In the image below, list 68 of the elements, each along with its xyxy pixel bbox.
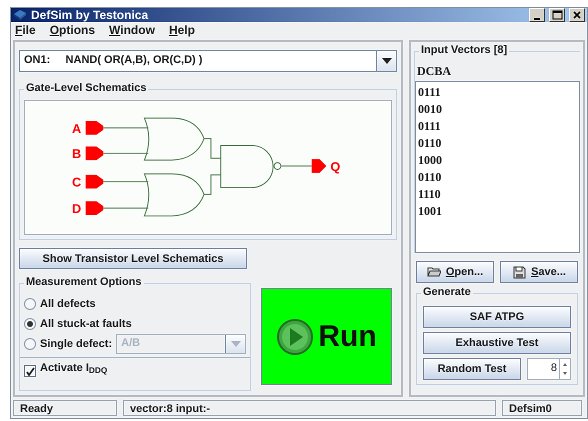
list-item[interactable]: 0111 — [418, 118, 577, 135]
pin-label: B — [72, 146, 82, 162]
panel-title: Input Vectors [8] — [419, 44, 510, 56]
wire — [204, 138, 222, 159]
checkmark-icon — [26, 366, 34, 376]
floppy-icon — [512, 265, 526, 279]
wire — [102, 181, 149, 182]
menu-item[interactable]: Options — [50, 22, 96, 36]
defect-dropdown: A/B — [116, 334, 246, 354]
wire — [102, 208, 149, 209]
radio-option[interactable]: All defects — [24, 298, 96, 310]
close-button[interactable] — [569, 8, 585, 22]
or-gate — [144, 118, 205, 161]
list-item[interactable]: 1110 — [418, 186, 577, 203]
pin-label: C — [72, 174, 82, 190]
pin-label: Q — [330, 158, 340, 174]
radio-option[interactable]: Single defect: — [24, 338, 112, 350]
list-item[interactable]: 0010 — [418, 101, 577, 118]
list-item[interactable]: 1001 — [418, 203, 577, 220]
pin-icon — [86, 146, 104, 160]
caret-icon — [382, 58, 392, 64]
radio-option[interactable]: All stuck-at faults — [24, 318, 132, 330]
play-icon — [276, 318, 314, 356]
status-field: Defsim0 — [502, 400, 582, 416]
or-gate — [144, 173, 205, 216]
minimize-button[interactable] — [529, 8, 545, 22]
count-spinner[interactable]: 8 — [527, 358, 571, 380]
pin-icon — [86, 121, 104, 135]
panel-title: Generate — [421, 286, 473, 298]
generate-button[interactable]: SAF ATPG — [423, 306, 571, 328]
pin-icon — [86, 174, 104, 189]
save-button[interactable]: Save... — [500, 261, 578, 283]
menu-item[interactable]: Window — [109, 22, 155, 36]
circuit-dropdown[interactable]: ON1: NAND( OR(A,B), OR(C,D) ) — [19, 50, 397, 72]
open-button[interactable]: Open... — [416, 261, 494, 283]
window-title: DefSim by Testonica — [31, 8, 148, 22]
panel-title: Gate-Level Schematics — [24, 82, 148, 94]
app-icon — [13, 9, 27, 21]
pin-icon — [86, 201, 104, 215]
caret-icon — [230, 341, 240, 347]
list-item[interactable]: 0110 — [418, 135, 577, 152]
wire — [102, 152, 149, 154]
menu-item[interactable]: File — [15, 22, 36, 36]
maximize-button[interactable] — [549, 8, 565, 22]
random-test-button[interactable]: Random Test — [423, 358, 521, 380]
wire — [280, 166, 312, 167]
minimize-icon — [534, 18, 540, 20]
column-header: DCBA — [416, 63, 452, 80]
pin-label: D — [72, 201, 82, 216]
generate-button[interactable]: Exhaustive Test — [423, 332, 571, 354]
nand-gate — [220, 144, 282, 188]
list-item[interactable]: 0111 — [418, 84, 577, 101]
folder-icon — [426, 265, 441, 279]
list-item[interactable]: 0110 — [418, 169, 577, 186]
run-button[interactable]: Run — [261, 288, 392, 385]
transistor-button[interactable]: Show Transistor Level Schematics — [19, 248, 247, 269]
list-item[interactable]: 1000 — [418, 152, 577, 169]
wire — [102, 127, 149, 128]
panel-title: Measurement Options — [24, 276, 144, 288]
pin-icon — [312, 159, 326, 173]
wire — [204, 174, 222, 195]
status-field: vector:8 input:- — [123, 400, 496, 416]
status-field: Ready — [13, 400, 117, 416]
pin-label: A — [72, 120, 82, 136]
close-icon — [571, 9, 583, 21]
maximize-icon — [551, 9, 563, 21]
menu-item[interactable]: Help — [168, 22, 195, 36]
iddq-checkbox[interactable]: Activate I$_{DDQ}$ — [24, 362, 246, 377]
